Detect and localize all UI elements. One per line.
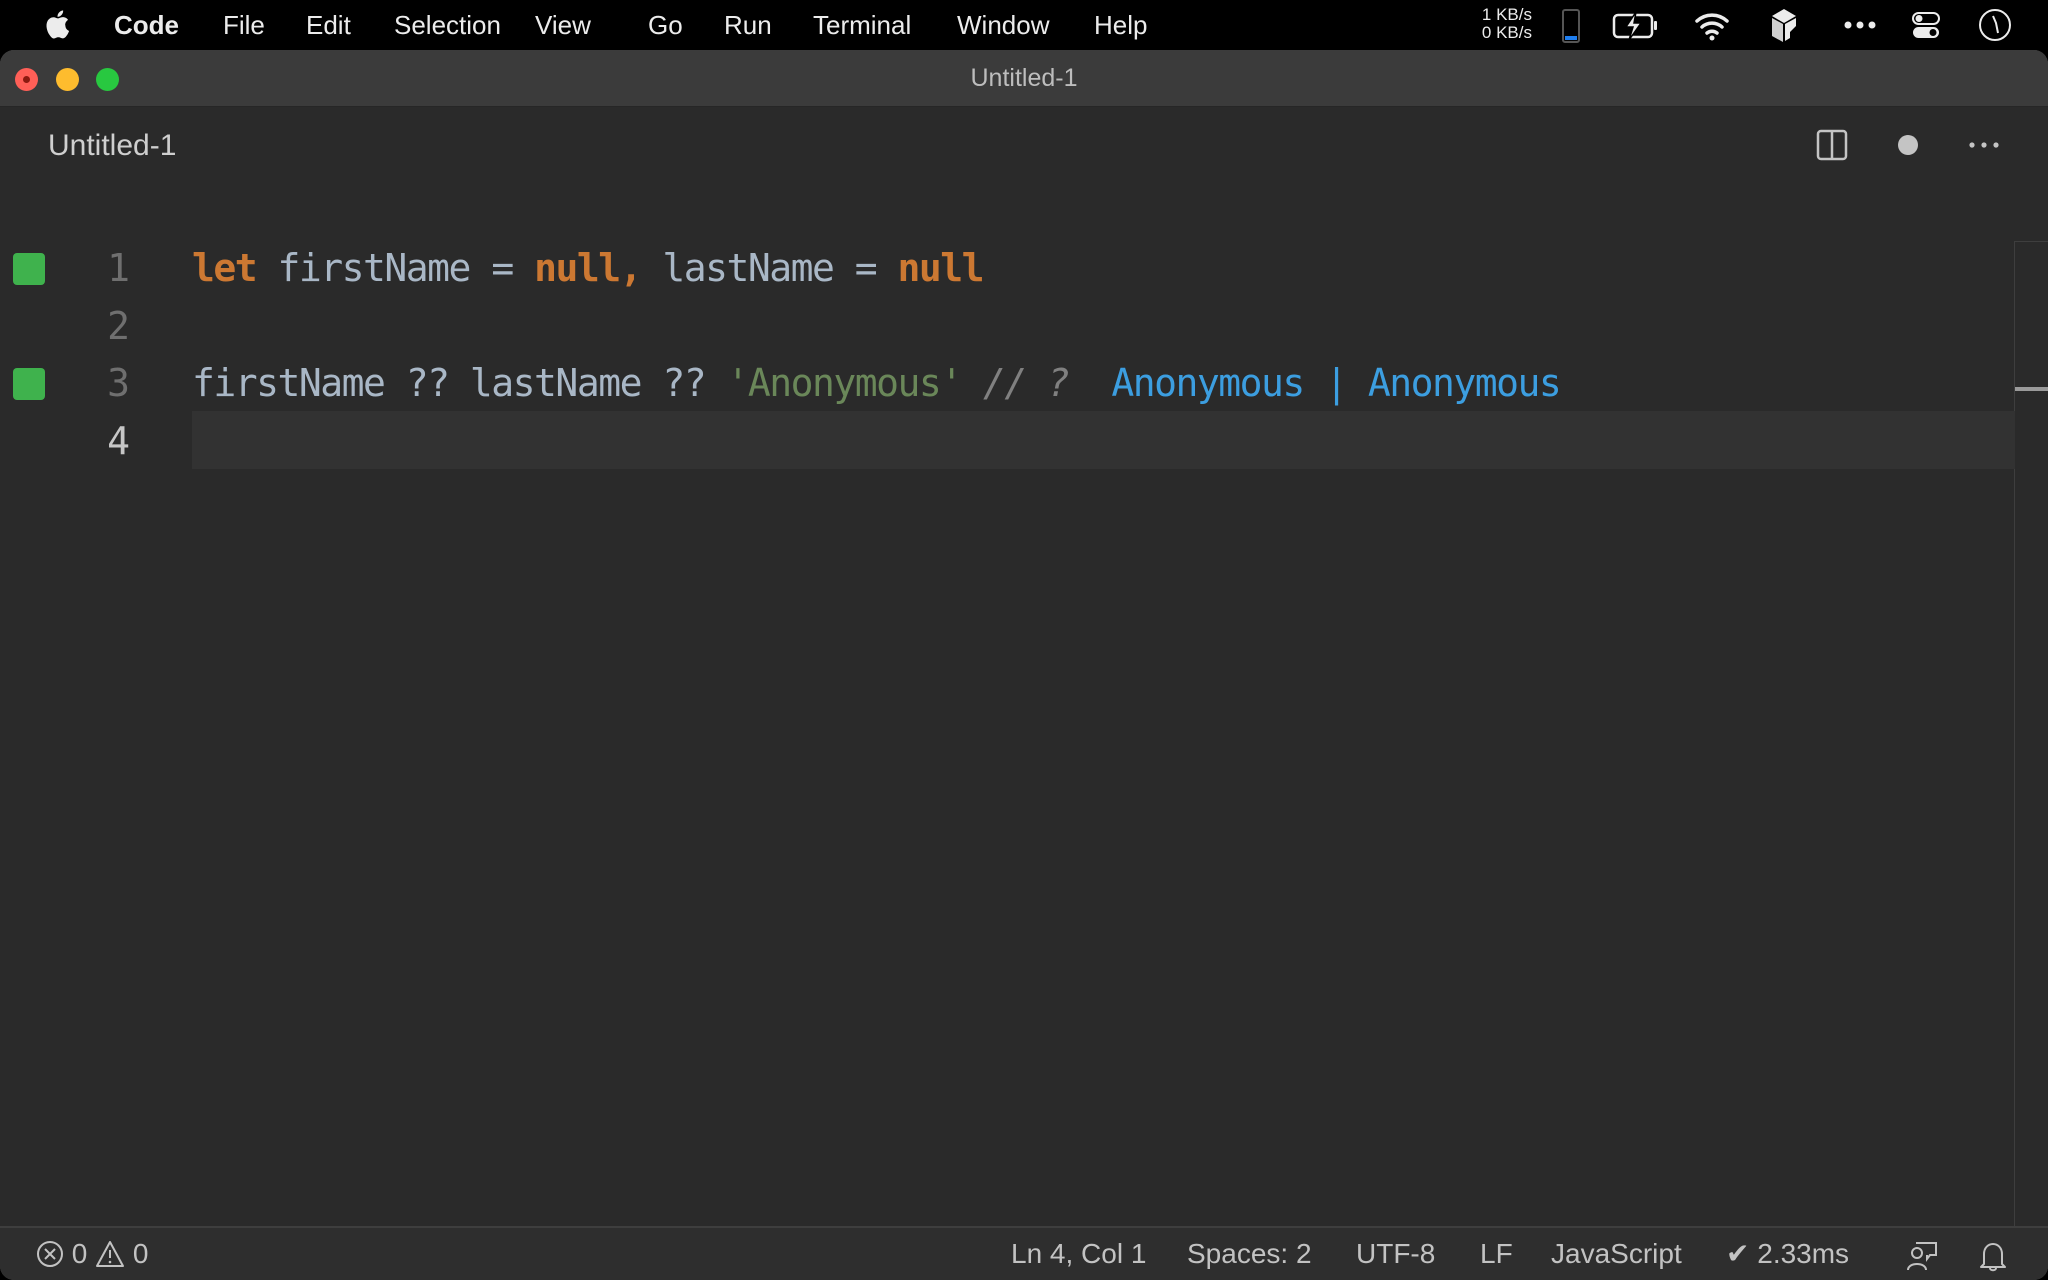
line-number: 4 bbox=[107, 418, 130, 463]
line-number: 2 bbox=[107, 303, 130, 348]
menu-selection[interactable]: Selection bbox=[394, 11, 501, 39]
unsaved-dot-icon bbox=[1898, 135, 1918, 155]
menu-file[interactable]: File bbox=[223, 11, 265, 39]
line-background bbox=[192, 296, 2015, 354]
code-line[interactable]: 3 firstName ?? lastName ?? 'Anonymous' //… bbox=[0, 353, 2015, 411]
operator-token: ?? bbox=[405, 361, 450, 405]
code-text: firstName ?? lastName ?? 'Anonymous' // … bbox=[192, 361, 1562, 405]
string-token: 'Anonymous' bbox=[726, 361, 963, 405]
inline-result-token: Anonymous bbox=[1089, 361, 1326, 405]
code-line[interactable]: 1 let firstName = null, lastName = null bbox=[0, 238, 2015, 296]
coverage-marker-icon[interactable] bbox=[13, 368, 45, 400]
comment-token: // ? bbox=[961, 361, 1090, 405]
language-mode[interactable]: JavaScript bbox=[1551, 1239, 1682, 1269]
battery-charging-icon[interactable] bbox=[1612, 6, 1660, 44]
code-editor[interactable]: 1 let firstName = null, lastName = null 2 3… bbox=[0, 187, 2048, 1280]
menu-view[interactable]: View bbox=[535, 11, 591, 39]
identifier-token: firstName bbox=[192, 361, 406, 405]
editor-tab-row: Untitled-1 bbox=[0, 107, 2048, 187]
menu-run[interactable]: Run bbox=[724, 11, 772, 39]
tab-untitled-1[interactable]: Untitled-1 bbox=[48, 129, 176, 163]
overview-ruler-border bbox=[2014, 241, 2048, 242]
quokka-timing[interactable]: ✔ 2.33ms bbox=[1726, 1239, 1849, 1269]
indentation-setting[interactable]: Spaces: 2 bbox=[1187, 1239, 1312, 1269]
code-line[interactable]: 4 bbox=[0, 410, 2015, 469]
code-text: let firstName = null, lastName = null bbox=[192, 246, 985, 290]
more-actions-button[interactable] bbox=[1964, 125, 2004, 165]
network-speed[interactable]: 1 KB/s 0 KB/s bbox=[1472, 6, 1532, 42]
network-upload-speed: 1 KB/s bbox=[1481, 5, 1532, 24]
menu-window[interactable]: Window bbox=[957, 11, 1049, 39]
identifier-token: lastName bbox=[448, 361, 663, 405]
feedback-icon[interactable] bbox=[1906, 1240, 1938, 1272]
more-actions-icon bbox=[1969, 142, 1999, 148]
identifier-token: lastName bbox=[640, 246, 855, 290]
coverage-marker-icon[interactable] bbox=[13, 253, 45, 285]
unsaved-indicator-button[interactable] bbox=[1888, 125, 1928, 165]
clock-icon[interactable] bbox=[1977, 6, 2013, 44]
menu-app-name[interactable]: Code bbox=[114, 11, 179, 39]
menu-help[interactable]: Help bbox=[1094, 11, 1147, 39]
app-cube-icon[interactable] bbox=[1768, 6, 1800, 44]
code-line[interactable]: 2 bbox=[0, 296, 2015, 354]
inline-result-token: Anonymous bbox=[1346, 361, 1562, 405]
error-icon bbox=[37, 1241, 63, 1267]
end-of-line-setting[interactable]: LF bbox=[1480, 1239, 1513, 1269]
title-bar: Untitled-1 bbox=[0, 50, 2048, 107]
identifier-token: firstName bbox=[256, 246, 492, 290]
more-icon[interactable] bbox=[1842, 6, 1878, 44]
phone-battery-icon[interactable] bbox=[1560, 6, 1582, 44]
current-line-highlight bbox=[192, 410, 2015, 469]
result-separator: | bbox=[1325, 361, 1348, 405]
cursor-position[interactable]: Ln 4, Col 1 bbox=[1011, 1239, 1146, 1269]
menu-terminal[interactable]: Terminal bbox=[813, 11, 911, 39]
window-title: Untitled-1 bbox=[970, 64, 1078, 92]
warning-count: 0 bbox=[132, 1238, 149, 1269]
split-editor-icon bbox=[1816, 129, 1848, 161]
wifi-icon[interactable] bbox=[1694, 6, 1730, 44]
keyword-token: let bbox=[192, 246, 258, 290]
encoding-setting[interactable]: UTF-8 bbox=[1356, 1239, 1435, 1269]
menu-go[interactable]: Go bbox=[648, 11, 683, 39]
identifier-token bbox=[513, 246, 534, 290]
identifier-token bbox=[705, 361, 726, 405]
menu-edit[interactable]: Edit bbox=[306, 11, 351, 39]
keyword-token: null bbox=[897, 246, 985, 290]
warning-icon bbox=[96, 1241, 125, 1267]
notifications-bell-icon[interactable] bbox=[1978, 1240, 2008, 1272]
menu-bar: Code File Edit Selection View Go Run Ter… bbox=[0, 0, 2048, 50]
split-editor-button[interactable] bbox=[1812, 125, 1852, 165]
control-center-icon[interactable] bbox=[1910, 6, 1942, 44]
vscode-window: Untitled-1 Untitled-1 1 let firstName = n… bbox=[0, 50, 2048, 1280]
keyword-token: null, bbox=[534, 246, 642, 290]
apple-logo-icon[interactable] bbox=[44, 9, 70, 39]
operator-token: ?? bbox=[662, 361, 706, 405]
status-bar: 0 0 Ln 4, Col 1 Spaces: 2 UTF-8 LF JavaS… bbox=[0, 1226, 2048, 1280]
problems-indicator[interactable]: 0 0 bbox=[36, 1239, 149, 1269]
identifier-token bbox=[876, 246, 897, 290]
line-number: 1 bbox=[107, 246, 130, 290]
line-number: 3 bbox=[107, 361, 130, 405]
network-download-speed: 0 KB/s bbox=[1481, 23, 1532, 42]
operator-token: = bbox=[854, 246, 878, 290]
operator-token: = bbox=[491, 246, 514, 290]
error-count: 0 bbox=[71, 1238, 88, 1269]
overview-ruler-cursor-mark bbox=[2015, 387, 2048, 391]
